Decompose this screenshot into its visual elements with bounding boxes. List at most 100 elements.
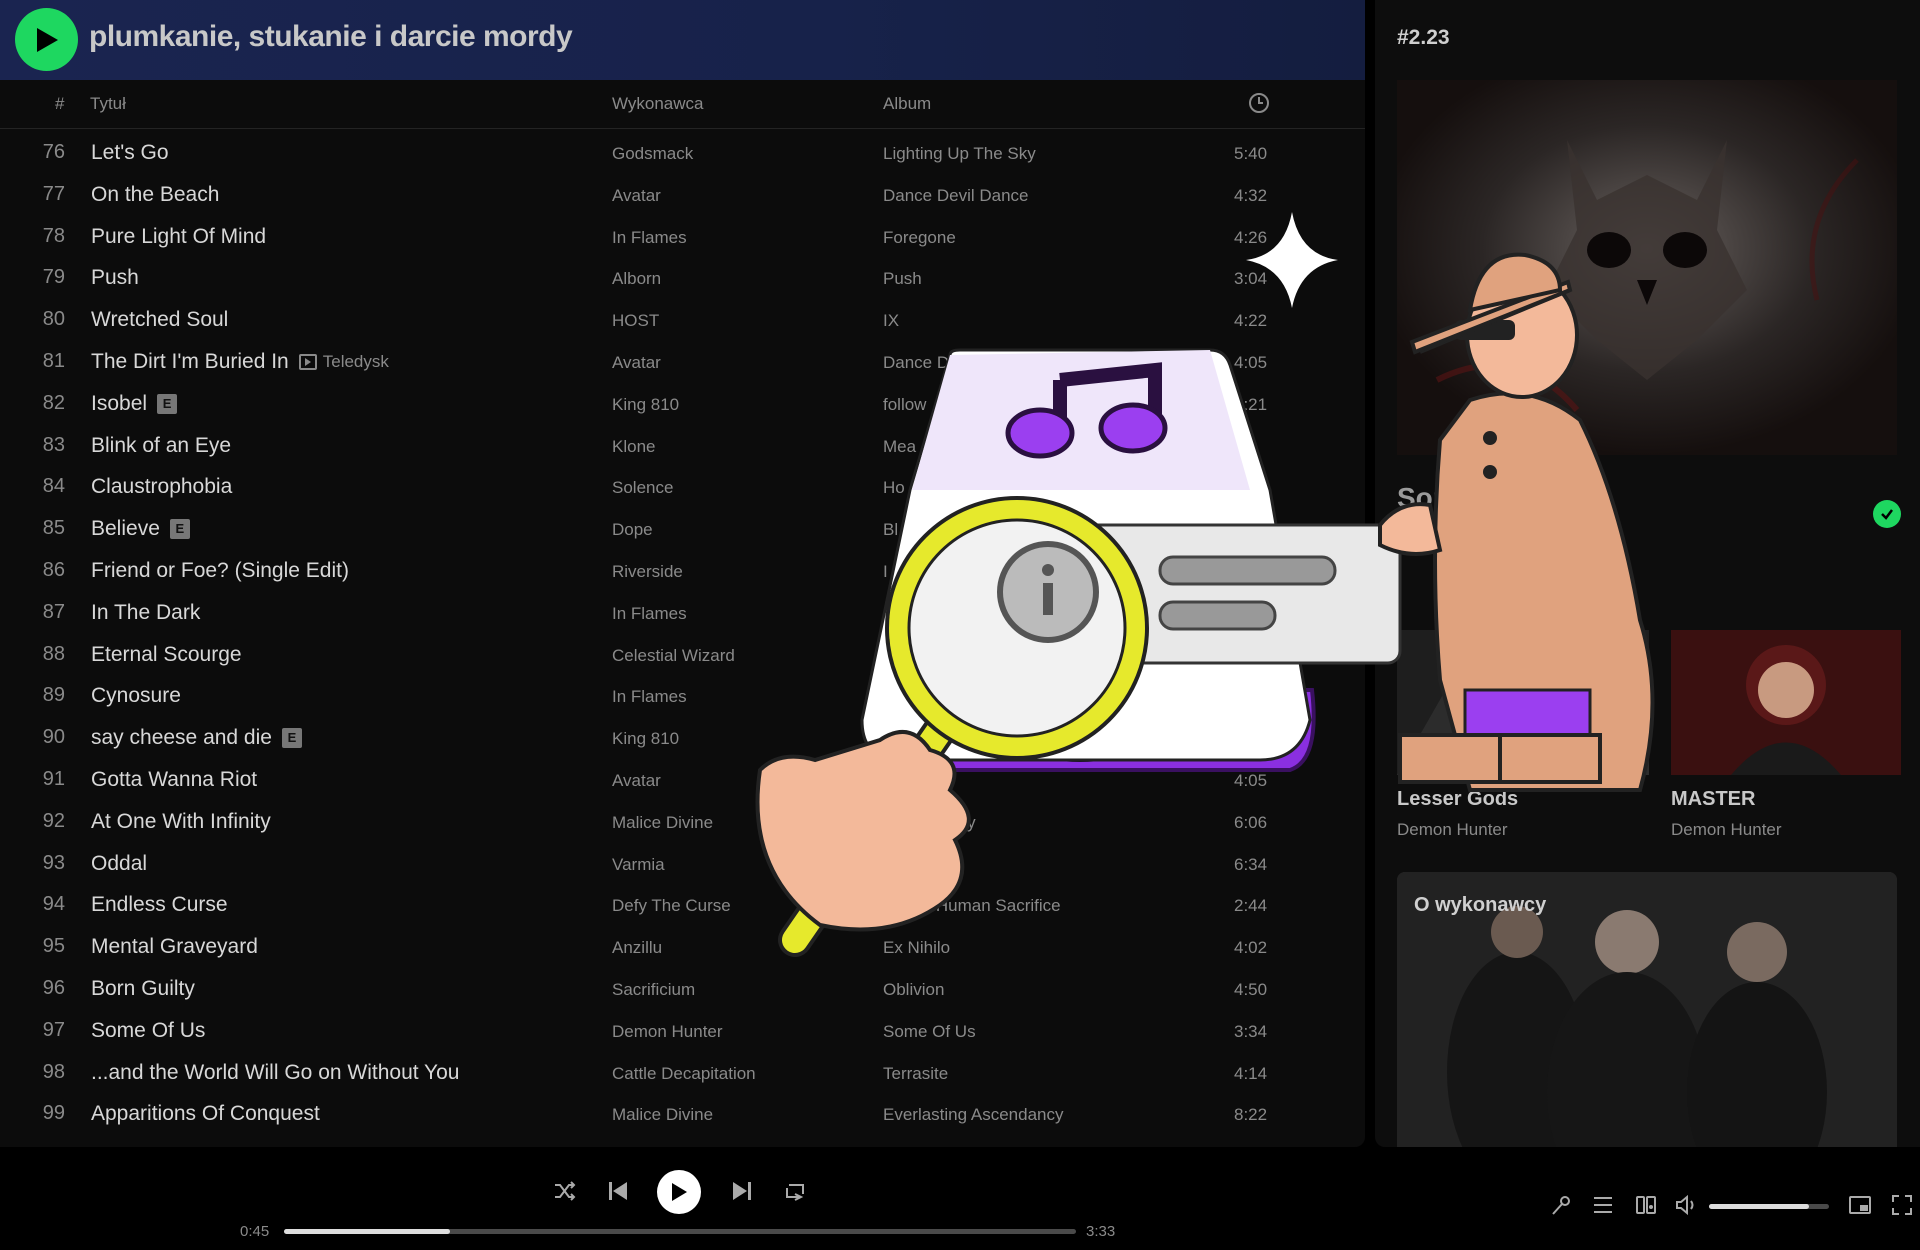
track-title-cell[interactable]: Isobel E [91,392,178,416]
repeat-button[interactable] [780,1176,810,1206]
track-artist[interactable]: In Flames [612,604,687,624]
track-title[interactable]: Wretched Soul [91,308,228,332]
release-card-label[interactable]: Lesser Gods [1397,788,1518,811]
track-title-cell[interactable]: Endless Curse [91,893,228,917]
progress-bar[interactable] [284,1229,1076,1234]
track-artist[interactable]: In Flames [612,687,687,707]
track-row[interactable]: 95 Mental Graveyard Anzillu Ex Nihilo 4:02 [0,927,1365,969]
track-row[interactable]: 76 Let's Go Godsmack Lighting Up The Sky 5:4… [0,133,1365,175]
track-title[interactable]: Pure Light Of Mind [91,225,266,249]
track-row[interactable]: 79 Push Alborn Push 3:04 [0,258,1365,300]
playlist-play-button[interactable] [15,8,78,71]
track-row[interactable]: 86 Friend or Foe? (Single Edit) Riverside I [0,551,1365,593]
track-artist[interactable]: Demon Hunter [612,1022,723,1042]
track-artist[interactable]: Godsmack [612,144,693,164]
track-title[interactable]: Cynosure [91,684,181,708]
connect-device-button[interactable] [1632,1191,1660,1219]
track-title-cell[interactable]: Wretched Soul [91,308,228,332]
track-album[interactable]: Ascendancy [883,813,976,833]
track-album[interactable]: Ho [883,478,905,498]
track-title[interactable]: In The Dark [91,601,200,625]
track-title-cell[interactable]: Oddal [91,852,147,876]
track-artist[interactable]: Dope [612,520,653,540]
track-title[interactable]: Isobel [91,392,147,416]
track-title-cell[interactable]: In The Dark [91,601,200,625]
track-row[interactable]: 89 Cynosure In Flames [0,676,1365,718]
track-title[interactable]: Apparitions Of Conquest [91,1102,320,1126]
track-title[interactable]: say cheese and die [91,726,272,750]
col-album[interactable]: Album [883,94,931,114]
track-title-cell[interactable]: Mental Graveyard [91,935,258,959]
track-album[interactable]: Push [883,269,922,289]
track-album[interactable]: Ex Nihilo [883,938,950,958]
next-button[interactable] [727,1176,757,1206]
saved-check-button[interactable] [1873,500,1901,528]
track-title[interactable]: Endless Curse [91,893,228,917]
track-artist[interactable]: Malice Divine [612,813,713,833]
release-card-artist[interactable]: Demon Hunter [1671,820,1782,840]
track-title-cell[interactable]: Claustrophobia [91,475,232,499]
music-video-link[interactable]: Teledysk [298,352,389,372]
track-title[interactable]: Claustrophobia [91,475,232,499]
track-title[interactable]: Push [91,266,139,290]
col-title[interactable]: Tytuł [90,94,126,114]
track-artist[interactable]: Sacrificium [612,980,695,1000]
track-album[interactable]: I [883,562,888,582]
track-title[interactable]: Gotta Wanna Riot [91,768,257,792]
track-row[interactable]: 92 At One With Infinity Malice Divine Ascen… [0,802,1365,844]
track-artist[interactable]: Klone [612,437,655,457]
track-artist[interactable]: Varmia [612,855,665,875]
track-title[interactable]: Born Guilty [91,977,195,1001]
track-album[interactable]: follow [883,395,926,415]
track-artist[interactable]: King 810 [612,729,679,749]
track-title-cell[interactable]: Born Guilty [91,977,195,1001]
track-artist[interactable]: Celestial Wizard [612,646,735,666]
track-title-cell[interactable]: Friend or Foe? (Single Edit) [91,559,349,583]
track-title[interactable]: Oddal [91,852,147,876]
release-card-artist[interactable]: Demon Hunter [1397,820,1508,840]
track-album[interactable]: Lighting Up The Sky [883,144,1036,164]
lyrics-button[interactable] [1547,1191,1575,1219]
track-title-cell[interactable]: Let's Go [91,141,169,165]
track-row[interactable]: 91 Gotta Wanna Riot Avatar l Dance 4:05 [0,760,1365,802]
track-title-cell[interactable]: Believe E [91,517,190,541]
track-album[interactable]: Dance D [883,353,949,373]
about-artist-card[interactable]: O wykonawcy [1397,872,1897,1147]
miniplayer-button[interactable] [1846,1191,1874,1219]
track-title-cell[interactable]: say cheese and die E [91,726,302,750]
track-title[interactable]: On the Beach [91,183,219,207]
track-album[interactable]: Terrasite [883,1064,948,1084]
track-title-cell[interactable]: On the Beach [91,183,219,207]
track-title[interactable]: Blink of an Eye [91,434,231,458]
track-title-cell[interactable]: Push [91,266,139,290]
track-row[interactable]: 88 Eternal Scourge Celestial Wizard [0,635,1365,677]
track-title-cell[interactable]: Blink of an Eye [91,434,231,458]
track-title[interactable]: Believe [91,517,160,541]
track-title[interactable]: At One With Infinity [91,810,271,834]
track-row[interactable]: 94 Endless Curse Defy The Curse rors of Hum… [0,885,1365,927]
track-row[interactable]: 90 say cheese and die E King 810 [0,718,1365,760]
shuffle-button[interactable] [550,1176,580,1206]
track-row[interactable]: 82 Isobel E King 810 follow 4:21 [0,384,1365,426]
track-artist[interactable]: Defy The Curse [612,896,731,916]
track-title-cell[interactable]: Cynosure [91,684,181,708]
track-row[interactable]: 81 The Dirt I'm Buried In Teledysk Avatar Da… [0,342,1365,384]
track-artist[interactable]: Alborn [612,269,661,289]
track-title-cell[interactable]: ...and the World Will Go on Without You [91,1061,459,1085]
track-title-cell[interactable]: Gotta Wanna Riot [91,768,257,792]
col-artist[interactable]: Wykonawca [612,94,704,114]
track-row[interactable]: 85 Believe E Dope Bl [0,509,1365,551]
track-row[interactable]: 80 Wretched Soul HOST IX 4:22 [0,300,1365,342]
track-row[interactable]: 97 Some Of Us Demon Hunter Some Of Us 3:34 [0,1011,1365,1053]
track-title[interactable]: Some Of Us [91,1019,205,1043]
track-title[interactable]: Friend or Foe? (Single Edit) [91,559,349,583]
track-album[interactable]: IX [883,311,899,331]
track-artist[interactable]: Riverside [612,562,683,582]
volume-slider[interactable] [1709,1204,1829,1209]
track-row[interactable]: 84 Claustrophobia Solence Ho 4 [0,467,1365,509]
track-album[interactable]: Foregone [883,228,956,248]
track-album[interactable]: rors of Human Sacrifice [883,896,1061,916]
track-album[interactable]: Bl [883,520,898,540]
track-artist[interactable]: Anzillu [612,938,662,958]
queue-button[interactable] [1589,1191,1617,1219]
